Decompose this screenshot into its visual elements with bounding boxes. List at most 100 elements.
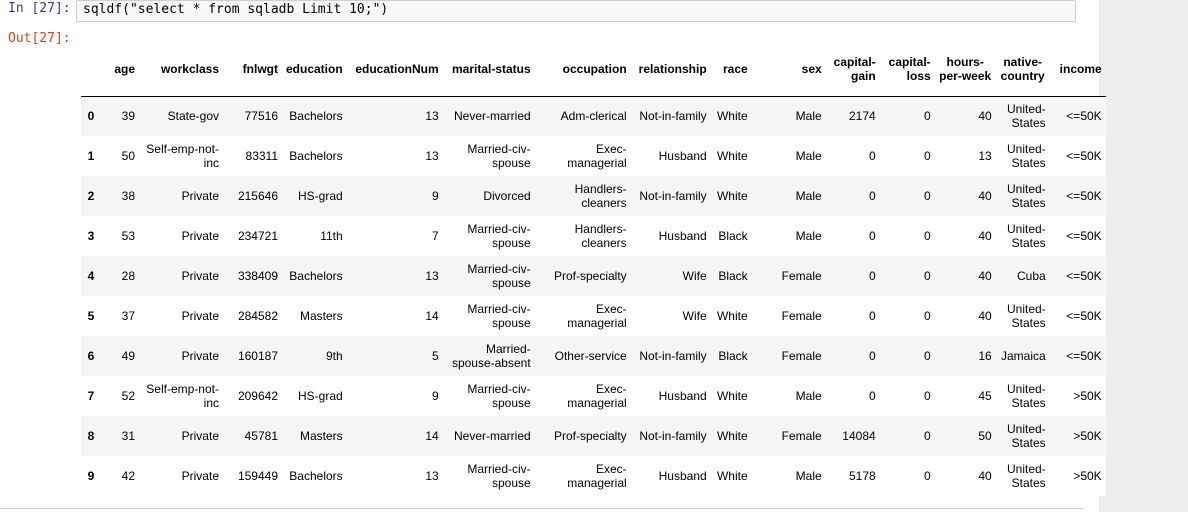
table-cell: 49	[121, 349, 135, 363]
table-cell: White	[716, 309, 748, 323]
table-cell: 14	[425, 309, 439, 323]
table-cell: United-States	[1006, 302, 1046, 330]
table-cell: 0	[868, 349, 876, 363]
table-cell: State-gov	[167, 109, 219, 124]
row-index: 1	[87, 149, 95, 163]
table-cell: 13	[425, 469, 439, 483]
table-cell: 83311	[245, 149, 278, 163]
table-row: 0 39 State-gov 77516 Bachelors 13 Never-marrie…	[81, 96, 1106, 136]
row-index: 6	[87, 349, 95, 363]
table-cell: 0	[923, 389, 931, 403]
table-cell: 9	[431, 189, 439, 203]
table-cell: Bachelors	[289, 109, 343, 124]
table-cell: Male	[795, 109, 822, 124]
table-cell: Private	[181, 349, 219, 363]
dataframe-table: age workclass fnlwgt education educationNum m…	[81, 42, 1106, 496]
table-cell: 0	[923, 309, 931, 323]
table-cell: Exec-managerial	[567, 382, 627, 410]
table-cell: Black	[718, 269, 748, 283]
table-cell: Married-civ-spouse	[467, 382, 531, 410]
table-cell: Self-emp-not-inc	[146, 142, 219, 170]
table-cell: 9th	[325, 349, 343, 363]
table-cell: White	[716, 429, 748, 443]
table-cell: 13	[978, 149, 992, 163]
table-row: 1 50 Self-emp-not-inc 83311 Bachelors 13 Marri…	[81, 136, 1106, 176]
table-cell: Male	[795, 189, 822, 203]
table-cell: Masters	[299, 309, 343, 323]
table-cell: HS-grad	[297, 389, 343, 403]
column-header: native-country	[995, 42, 1050, 97]
table-cell: Not-in-family	[639, 349, 707, 363]
table-cell: Male	[795, 389, 822, 403]
table-cell: Not-in-family	[639, 189, 707, 203]
notebook-side-margin	[1099, 0, 1188, 512]
table-cell: United-States	[1006, 142, 1046, 170]
table-cell: <=50K	[1066, 309, 1102, 323]
table-row: 8 31 Private 45781 Masters 14 Never-married Pro…	[81, 416, 1106, 456]
table-cell: Female	[781, 429, 822, 443]
input-prompt: In [27]:	[8, 1, 71, 16]
table-cell: 50	[978, 429, 992, 443]
code-input-area[interactable]: sqldf("select * from sqladb Limit 10;")	[76, 0, 1076, 22]
table-cell: 13	[425, 149, 439, 163]
table-cell: White	[716, 469, 748, 483]
table-cell: Married-civ-spouse	[467, 262, 531, 290]
table-cell: Never-married	[453, 429, 531, 443]
table-cell: 14084	[842, 429, 876, 443]
table-body: 0 39 State-gov 77516 Bachelors 13 Never-marrie…	[81, 96, 1106, 496]
table-cell: Private	[181, 269, 219, 283]
table-cell: 5	[431, 349, 439, 363]
table-cell: Private	[181, 469, 219, 483]
table-cell: Bachelors	[289, 269, 343, 283]
table-cell: 0	[923, 269, 931, 283]
table-cell: United-States	[1006, 462, 1046, 490]
table-cell: Adm-clerical	[560, 109, 627, 124]
column-header: race	[710, 42, 752, 97]
output-prompt: Out[27]:	[8, 31, 71, 46]
table-cell: 45	[978, 389, 992, 403]
table-cell: 159449	[237, 469, 278, 483]
table-cell: 16	[978, 349, 992, 363]
table-cell: 14	[425, 429, 439, 443]
table-cell: Female	[781, 309, 822, 323]
table-cell: United-States	[1006, 422, 1046, 450]
row-index: 7	[87, 389, 95, 403]
column-header: age	[101, 42, 139, 97]
table-cell: 40	[978, 469, 992, 483]
table-cell: Married-civ-spouse	[467, 142, 531, 170]
table-row: 9 42 Private 159449 Bachelors 13 Married-civ-s…	[81, 456, 1106, 496]
table-cell: Male	[795, 229, 822, 243]
index-header	[81, 42, 101, 97]
table-cell: <=50K	[1066, 229, 1102, 243]
table-cell: 38	[121, 189, 135, 203]
table-cell: Husband	[658, 149, 707, 163]
column-header: educationNum	[346, 42, 443, 97]
table-cell: 40	[978, 229, 992, 243]
table-cell: White	[716, 109, 748, 124]
table-cell: Bachelors	[289, 149, 343, 163]
table-row: 3 53 Private 234721 11th 7 Married-civ-spouse H…	[81, 216, 1106, 256]
table-cell: Exec-managerial	[567, 462, 627, 490]
table-cell: Handlers-cleaners	[574, 222, 627, 250]
table-cell: 0	[923, 109, 931, 124]
table-cell: Female	[781, 269, 822, 283]
table-row: 7 52 Self-emp-not-inc 209642 HS-grad 9 Married…	[81, 376, 1106, 416]
table-cell: 40	[978, 109, 992, 124]
column-header: fnlwgt	[223, 42, 282, 97]
table-cell: 160187	[237, 349, 278, 363]
column-header: hours-per-week	[934, 42, 996, 97]
table-cell: 40	[978, 269, 992, 283]
table-cell: Husband	[658, 389, 707, 403]
table-cell: 284582	[237, 309, 278, 323]
table-cell: Black	[718, 349, 748, 363]
table-cell: 9	[431, 389, 439, 403]
column-header: income	[1049, 42, 1106, 97]
table-cell: 53	[121, 229, 135, 243]
table-cell: Female	[781, 349, 822, 363]
table-cell: Wife	[682, 269, 707, 283]
table-cell: 0	[923, 429, 931, 443]
table-header: age workclass fnlwgt education educationNum m…	[81, 42, 1106, 97]
table-cell: United-States	[1006, 102, 1046, 131]
table-cell: White	[716, 149, 748, 163]
table-cell: 0	[868, 389, 876, 403]
